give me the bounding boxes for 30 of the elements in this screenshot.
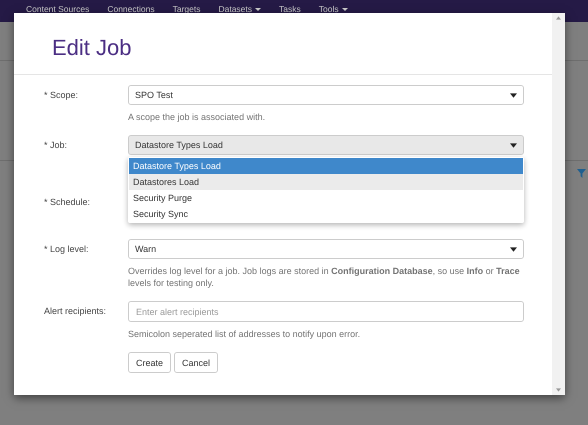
caret-icon [510, 92, 517, 98]
dropdown-option[interactable]: Security Sync [129, 206, 523, 222]
dropdown-select[interactable]: SPO Test [128, 85, 524, 105]
scrollbar[interactable] [552, 13, 565, 395]
help-text: Semicolon seperated list of addresses to notify upon error. [128, 328, 362, 340]
scroll-up-icon[interactable] [556, 16, 561, 20]
field-label: * Scope: [44, 89, 80, 102]
nav-link[interactable]: Tasks [270, 0, 310, 14]
field-label: Alert recipients: [44, 305, 108, 318]
dropdown-option[interactable]: Datastores Load [129, 174, 523, 190]
field-label: * Schedule: [44, 196, 92, 209]
nav-link[interactable]: Connections [98, 0, 164, 14]
caret-icon [510, 142, 517, 148]
help-text: A scope the job is associated with. [128, 111, 266, 123]
dialog-title: Edit Job [51, 34, 132, 61]
dropdown-select[interactable]: Warn [128, 239, 524, 259]
nav-link[interactable]: Content Sources [17, 0, 98, 14]
cancel-button[interactable]: Cancel [174, 352, 218, 373]
nav-link[interactable]: Targets [164, 0, 210, 14]
dropdown-option[interactable]: Datastore Types Load [129, 158, 523, 174]
filter-icon[interactable] [577, 169, 586, 178]
alert-recipients-field[interactable]: Enter alert recipients [128, 301, 524, 322]
caret-icon [510, 246, 517, 252]
create-button[interactable]: Create [128, 352, 172, 373]
dropdown-option[interactable]: Security Purge [129, 190, 523, 206]
field-label: * Log level: [44, 243, 90, 256]
help-text: Overrides log level for a job. Job logs are stored in Configuration Database, so use Info or Trace levels for testing only. [128, 265, 521, 289]
field-label: * Job: [44, 139, 68, 152]
dropdown-select[interactable]: Datastore Types Load [128, 135, 524, 155]
scroll-down-icon[interactable] [556, 388, 561, 392]
